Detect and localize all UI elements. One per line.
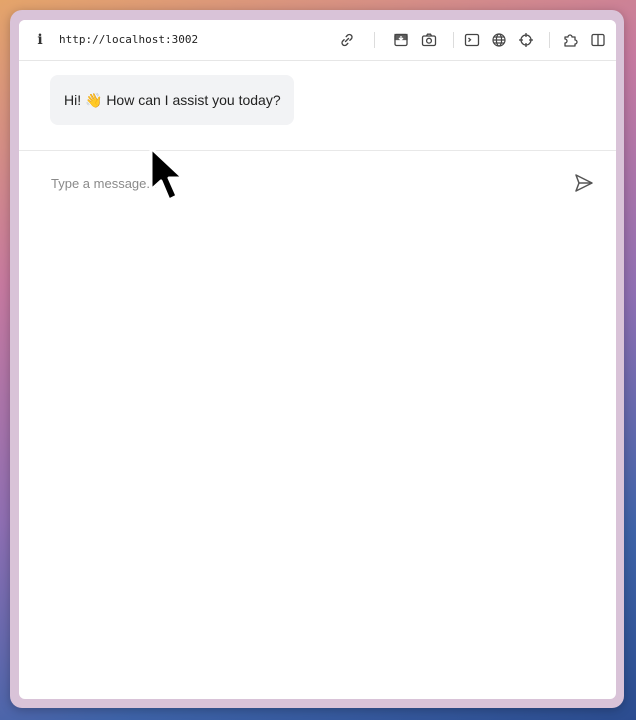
camera-icon[interactable] — [420, 31, 438, 49]
assistant-message-bubble: Hi! 👋 How can I assist you today? — [50, 75, 294, 125]
toolbar-separator — [453, 32, 454, 48]
puzzle-icon[interactable] — [562, 31, 580, 49]
message-composer — [19, 151, 616, 215]
toolbar-separator — [549, 32, 550, 48]
mouse-cursor-icon — [148, 146, 192, 208]
globe-icon[interactable] — [490, 31, 508, 49]
link-icon[interactable] — [338, 31, 356, 49]
browser-window: i http://localhost:3002 Hi! 👋 How can I … — [19, 20, 616, 699]
info-icon[interactable]: i — [33, 32, 47, 48]
terminal-icon[interactable] — [463, 31, 481, 49]
message-input[interactable] — [49, 169, 553, 197]
url-text[interactable]: http://localhost:3002 — [59, 33, 198, 46]
send-button[interactable] — [572, 171, 596, 195]
browser-toolbar: i http://localhost:3002 — [19, 20, 616, 61]
crosshair-icon[interactable] — [517, 31, 535, 49]
download-icon[interactable] — [392, 31, 410, 49]
toolbar-separator — [374, 32, 375, 48]
chat-area: Hi! 👋 How can I assist you today? — [19, 61, 616, 151]
sidebar-icon[interactable] — [589, 31, 607, 49]
send-icon — [575, 174, 593, 192]
